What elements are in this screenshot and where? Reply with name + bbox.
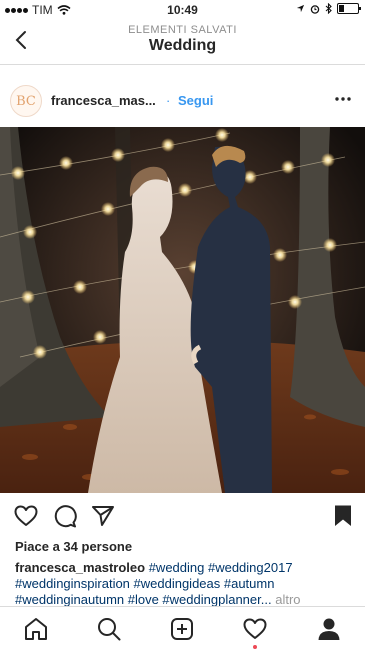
post-caption: francesca_mastroleo #wedding #wedding201…	[15, 560, 355, 608]
likes-count[interactable]: Piace a 34 persone	[15, 539, 132, 554]
status-icons	[296, 3, 361, 14]
nav-subtitle: ELEMENTI SALVATI	[128, 24, 237, 36]
caption-hashtags-2[interactable]: #weddinginspiration #weddingideas #autum…	[15, 576, 355, 592]
status-bar: TIM 10:49	[0, 0, 365, 20]
nav-header: ELEMENTI SALVATI Wedding	[0, 20, 365, 65]
post-actions	[0, 503, 365, 533]
location-icon	[296, 4, 305, 13]
caption-username[interactable]: francesca_mastroleo	[15, 560, 145, 575]
post-header: BC francesca_mas... · Segui	[0, 80, 365, 120]
profile-icon[interactable]	[316, 616, 342, 642]
wedding-photo-illustration	[0, 127, 365, 493]
notification-dot	[253, 645, 257, 649]
alarm-icon	[310, 4, 320, 14]
saved-bookmark-icon[interactable]	[330, 503, 356, 529]
avatar[interactable]: BC	[10, 85, 42, 117]
caption-more-link[interactable]: altro	[275, 592, 300, 607]
comment-icon[interactable]	[52, 503, 78, 529]
page-title: Wedding	[148, 37, 217, 54]
search-icon[interactable]	[96, 616, 122, 642]
new-post-icon[interactable]	[169, 616, 195, 642]
caption-line-1: francesca_mastroleo #wedding #wedding201…	[15, 560, 355, 576]
more-options-icon[interactable]	[333, 92, 353, 106]
post-username[interactable]: francesca_mas...	[51, 93, 156, 108]
follow-button[interactable]: Segui	[178, 93, 213, 108]
separator-dot: ·	[166, 93, 171, 108]
share-send-icon[interactable]	[90, 503, 116, 529]
like-heart-icon[interactable]	[13, 503, 39, 529]
caption-hashtags-3[interactable]: #weddinginautumn #love #weddingplanner..…	[15, 592, 272, 607]
bottom-tab-bar	[0, 606, 365, 651]
battery-icon	[337, 3, 361, 14]
post-photo[interactable]	[0, 127, 365, 493]
caption-hashtags-1[interactable]: #wedding #wedding2017	[149, 560, 293, 575]
bluetooth-icon	[325, 3, 332, 14]
activity-heart-icon[interactable]	[242, 616, 268, 642]
home-icon[interactable]	[23, 616, 49, 642]
